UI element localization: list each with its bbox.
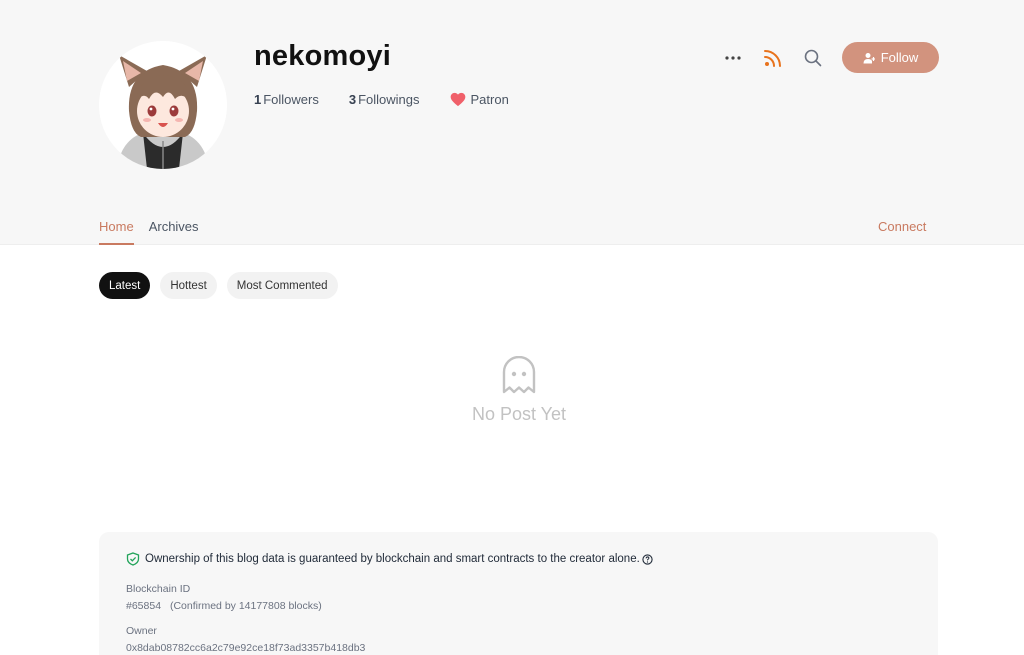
shield-check-icon xyxy=(126,552,140,566)
followings-link[interactable]: 3 Followings xyxy=(349,92,420,107)
help-icon[interactable] xyxy=(642,553,653,565)
empty-message: No Post Yet xyxy=(471,404,567,424)
empty-state: No Post Yet xyxy=(420,356,618,425)
owner-address[interactable]: 0x8dab08782cc6a2c79e92ce18f73ad3357b418d… xyxy=(126,642,911,654)
followers-count: 1 xyxy=(254,92,262,107)
sort-tabs: Latest Hottest Most Commented xyxy=(99,272,348,299)
follow-button[interactable]: Follow xyxy=(842,42,939,73)
search-button[interactable] xyxy=(800,45,826,71)
patron-label: Patron xyxy=(470,92,509,107)
username: nekomoyi xyxy=(254,40,391,72)
search-icon xyxy=(804,49,822,66)
header-actions: Follow xyxy=(720,42,939,73)
avatar-illustration xyxy=(99,41,227,169)
sort-tab-latest[interactable]: Latest xyxy=(99,272,151,299)
ownership-text: Ownership of this blog data is guarantee… xyxy=(145,553,640,565)
ownership-note: Ownership of this blog data is guarantee… xyxy=(126,552,911,566)
avatar[interactable] xyxy=(99,41,227,169)
followings-count: 3 xyxy=(348,92,357,107)
rss-icon xyxy=(764,49,781,67)
blockchain-id[interactable]: #65854 xyxy=(126,600,161,612)
connect-link[interactable]: Connect xyxy=(878,219,926,234)
profile-stats: 1 Followers 3 Followings Patron xyxy=(254,92,509,107)
blockchain-info: Ownership of this blog data is guarantee… xyxy=(99,532,938,655)
ghost-icon xyxy=(502,356,536,394)
followers-label: Followers xyxy=(263,92,319,107)
blockchain-id-value: #65854 (Confirmed by 14177808 blocks) xyxy=(126,600,911,612)
heart-icon xyxy=(450,92,465,107)
patron-link[interactable]: Patron xyxy=(450,92,509,107)
confirmation-count: (Confirmed by 14177808 blocks) xyxy=(169,600,322,612)
tab-home[interactable]: Home xyxy=(99,219,134,245)
more-button[interactable] xyxy=(720,45,746,71)
profile-nav: Home Archives xyxy=(99,219,214,245)
owner-label: Owner xyxy=(126,625,157,637)
blockchain-id-label: Blockchain ID xyxy=(126,583,191,595)
add-user-icon xyxy=(863,52,875,63)
sort-tab-most-commented[interactable]: Most Commented xyxy=(226,272,338,299)
sort-tab-hottest[interactable]: Hottest xyxy=(160,272,217,299)
followers-link[interactable]: 1 Followers xyxy=(254,92,319,107)
tab-archives[interactable]: Archives xyxy=(149,219,199,245)
more-dots-icon xyxy=(725,55,741,60)
profile-header: nekomoyi 1 Followers 3 Followings Patron xyxy=(0,0,1024,245)
rss-button[interactable] xyxy=(760,45,786,71)
followings-label: Followings xyxy=(358,92,420,107)
follow-label: Follow xyxy=(880,50,919,65)
